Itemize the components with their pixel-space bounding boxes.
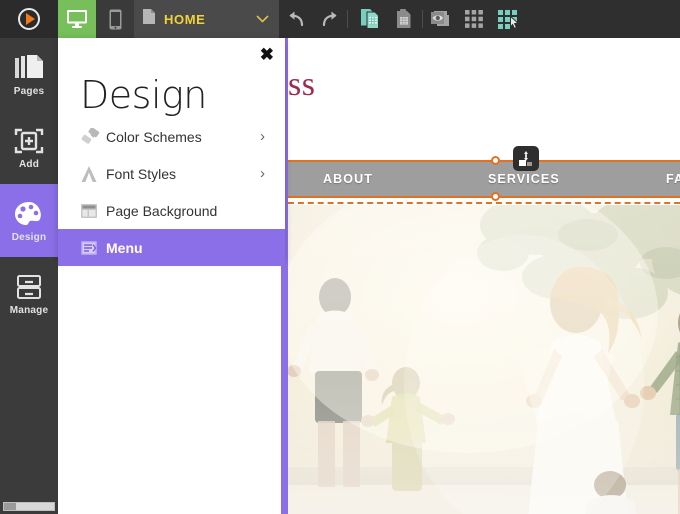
chevron-right-icon-2: › [260,165,265,182]
redo-arrow-icon [322,11,337,27]
undo-arrow-icon [289,11,304,27]
document-icon [143,9,155,29]
design-item-font-styles[interactable]: Font Styles › [58,155,285,192]
design-label-font-styles: Font Styles [106,165,177,182]
design-menu-list: Color Schemes › Font Styles › Page Backg… [58,118,285,266]
chevron-right-icon: › [260,128,265,145]
eye-preview-icon [431,11,449,26]
design-item-menu[interactable]: Menu [58,229,285,266]
font-letter-a-icon [80,165,106,183]
panel-title: Design [80,73,207,117]
page-tab-title: HOME [164,11,206,27]
drop-guideline [288,202,680,204]
nav-item-services[interactable]: SERVICES [488,172,560,186]
selection-handle-top[interactable] [491,156,500,165]
undo-button[interactable] [279,0,313,38]
site-header: ss [288,38,680,158]
sidebar-item-manage[interactable]: Manage [0,257,58,330]
menu-list-icon [80,239,106,257]
paste-clipboard-icon [397,9,411,28]
grid-dots-icon [465,10,483,28]
app-window: HOME ss ABOUT SERVICES FA Pages Add Desi… [0,0,680,514]
sidebar-item-add[interactable]: Add [0,111,58,184]
grid-button[interactable] [457,0,491,38]
device-mobile-button[interactable] [96,0,134,38]
site-navigation-bar[interactable]: ABOUT SERVICES FAQ [288,160,680,198]
sidebar-item-pages[interactable]: Pages [0,38,58,111]
sidebar-label-manage: Manage [9,304,49,316]
sidebar-label-design: Design [11,231,47,243]
select-grid-button[interactable] [491,0,525,38]
chevron-down-icon[interactable] [256,10,269,28]
pages-stack-icon [14,53,44,83]
design-label-page-background: Page Background [106,202,218,219]
copy-pages-icon [361,9,379,29]
device-desktop-button[interactable] [58,0,96,38]
sidebar-label-pages: Pages [13,85,45,97]
mobile-phone-icon [109,9,121,29]
page-title: ss [288,66,316,103]
site-navigation-selection[interactable]: ABOUT SERVICES FAQ [288,146,680,201]
play-circle-logo-icon [18,8,40,30]
sidebar-label-add: Add [18,158,40,170]
grid-select-icon [498,9,519,29]
toolbar-empty-space [525,0,680,38]
drawers-cabinet-icon [14,272,44,302]
design-item-page-background[interactable]: Page Background [58,192,285,229]
palette-icon [14,199,44,229]
paint-roller-icon [80,127,106,146]
paste-button[interactable] [388,0,422,38]
hero-photo[interactable] [288,205,680,514]
nav-item-faq[interactable]: FAQ [666,172,680,186]
sidebar-item-design[interactable]: Design [0,184,58,257]
horizontal-scrollbar[interactable] [3,502,55,511]
design-flyout-panel: ✖ Design Color Schemes › Font Styles › P… [58,38,285,266]
top-toolbar: HOME [0,0,680,38]
desktop-monitor-icon [67,10,87,28]
page-tab-home[interactable]: HOME [134,0,279,38]
design-label-color-schemes: Color Schemes [106,128,202,145]
people-running-sunlit-photo [288,205,680,514]
app-logo-button[interactable] [0,0,58,38]
preview-button[interactable] [423,0,457,38]
nav-item-about[interactable]: ABOUT [323,172,373,186]
move-resize-badge-icon[interactable] [513,146,539,171]
design-label-menu: Menu [106,239,143,256]
design-item-color-schemes[interactable]: Color Schemes › [58,118,285,155]
add-plus-frame-icon [14,126,44,156]
page-layout-icon [80,202,106,220]
left-sidebar: Pages Add Design Manage [0,38,58,514]
copy-button[interactable] [354,0,388,38]
selection-handle-bottom[interactable] [491,192,500,201]
redo-button[interactable] [313,0,347,38]
close-icon[interactable]: ✖ [260,46,274,63]
